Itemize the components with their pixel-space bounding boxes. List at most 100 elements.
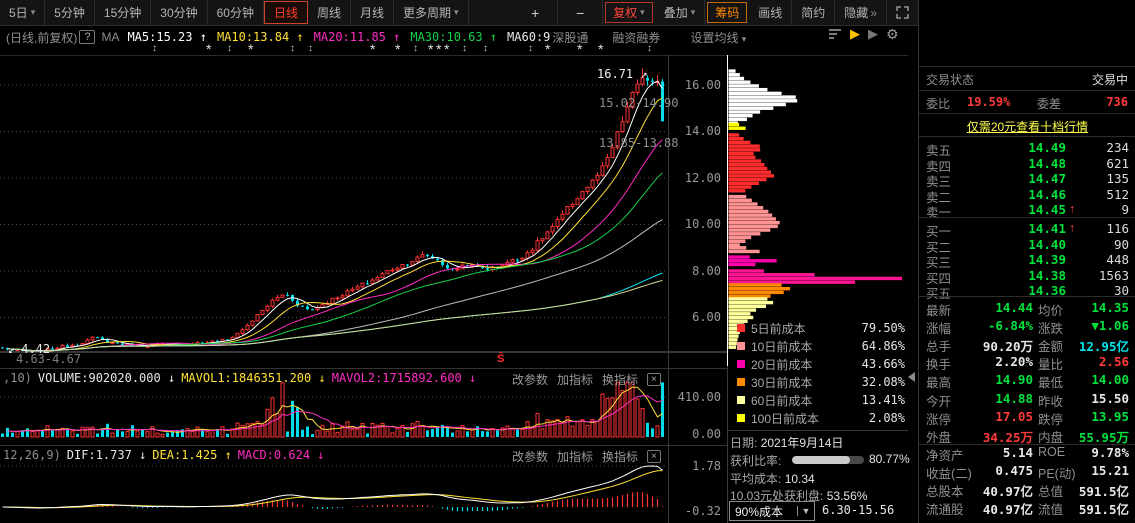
flag-play-icon[interactable]: ▶ [850, 28, 860, 40]
legend-swatch [737, 396, 745, 404]
gap-label-2: 13.85-13.88 [599, 136, 678, 150]
volume-pane-actions: 改参数 加指标 换指标 × [512, 371, 661, 388]
legend-label: 5日前成本 [751, 320, 862, 337]
event-marker-icon[interactable]: ↕ [462, 44, 467, 54]
chart-info-row: (日线,前复权) ? MA MA5:15.23 ↑MA10:13.84 ↑MA2… [0, 28, 910, 46]
chart-mode-label: (日线,前复权) [6, 29, 77, 46]
vol-edit-params[interactable]: 改参数 [512, 371, 548, 388]
ask-row-1[interactable]: 卖五14.49234 [919, 140, 1135, 155]
hk-connect-label: 深股通 [552, 29, 588, 46]
event-marker-icon[interactable]: ↕ [413, 44, 418, 54]
ma-settings-button[interactable]: 设置均线 ▾ [690, 29, 746, 46]
ask-row-2[interactable]: 卖四14.48621 [919, 156, 1135, 171]
zoom-out-button[interactable]: − [558, 0, 603, 25]
legend-swatch [737, 378, 745, 386]
play-icon[interactable]: ▶ [868, 28, 878, 40]
legend-value: 13.41% [862, 393, 905, 407]
stat-row-8: 外盘34.25万内盘55.95万 [919, 427, 1135, 445]
event-marker-icon[interactable]: ↕ [483, 44, 488, 54]
ask-row-3[interactable]: 卖三14.47135 [919, 171, 1135, 186]
event-marker-icon[interactable]: * [598, 44, 603, 54]
event-marker-icon[interactable]: * [428, 44, 433, 54]
macd-switch-indicator[interactable]: 换指标 [602, 448, 638, 465]
bid-row-1[interactable]: 买一14.41↑116 [919, 221, 1135, 236]
tool-button-6[interactable]: 隐藏» [835, 0, 887, 25]
event-marker-icon[interactable]: * [370, 44, 375, 54]
chip-legend-row: 5日前成本79.50% [737, 320, 905, 336]
chip-legend-row: 100日前成本2.08% [737, 410, 905, 426]
macd-params: 12,26,9) [3, 448, 61, 462]
event-marker-icon[interactable]: * [248, 44, 253, 54]
tool-button-2[interactable]: 叠加▾ [655, 0, 706, 25]
zoom-in-button[interactable]: + [513, 0, 558, 25]
chip-legend-row: 20日前成本43.66% [737, 356, 905, 372]
chip-profit-ratio: 80.77% [869, 452, 909, 466]
event-marker-icon[interactable]: * [545, 44, 550, 54]
margin-trading-label[interactable]: 融资融券 [612, 29, 660, 46]
ask-row-4[interactable]: 卖二14.46512 [919, 187, 1135, 202]
volume-value: VOLUME:902020.000 ↓ [38, 371, 175, 385]
stat-row-4: 换手2.20%量比2.56 [919, 354, 1135, 372]
mavol2-value: MAVOL2:1715892.600 ↓ [332, 371, 477, 385]
price-axis-10: 10.00 [668, 217, 721, 231]
event-marker-icon[interactable]: ↕ [308, 44, 313, 54]
quote-panel: 交易状态 交易中 委比 19.59% 委差 736 仅需20元查看十档行情 卖五… [918, 0, 1135, 523]
ask-row-5[interactable]: 卖一14.45↑9 [919, 202, 1135, 217]
help-icon[interactable]: ? [79, 30, 95, 44]
event-marker-icon[interactable]: ↕ [528, 44, 533, 54]
stat-row-2: 涨幅-6.84%涨跌▼1.06 [919, 318, 1135, 336]
event-marker-icon[interactable]: * [444, 44, 449, 54]
macd-edit-params[interactable]: 改参数 [512, 448, 548, 465]
collapse-panel-icon[interactable] [908, 372, 915, 382]
period-tab-6[interactable]: 日线 [264, 1, 308, 24]
macd-add-indicator[interactable]: 加指标 [557, 448, 593, 465]
event-marker-icon[interactable]: ↕ [290, 44, 295, 54]
event-marker-icon[interactable]: ↕ [647, 44, 652, 54]
cost-range-dropdown[interactable]: 90%成本▼ [729, 501, 815, 521]
period-tab-8[interactable]: 月线 [351, 0, 394, 25]
tool-button-4[interactable]: 画线 [749, 0, 792, 25]
ma-item-3: MA20:11.85 ↑ [314, 30, 401, 44]
event-marker-icon[interactable]: * [577, 44, 582, 54]
vol-switch-indicator[interactable]: 换指标 [602, 371, 638, 388]
weibi-value: 19.59% [967, 95, 1010, 109]
period-tab-3[interactable]: 15分钟 [95, 0, 151, 25]
macd-close-icon[interactable]: × [647, 450, 661, 463]
legend-value: 43.66% [862, 357, 905, 371]
chip-avg-cost: 平均成本: 10.34 [730, 470, 906, 487]
tool-button-1[interactable]: 复权▾ [605, 2, 653, 23]
level2-upgrade-link[interactable]: 仅需20元查看十档行情 [967, 120, 1088, 134]
event-marker-icon[interactable]: * [436, 44, 441, 54]
vol-close-icon[interactable]: × [647, 373, 661, 386]
fullscreen-icon[interactable] [887, 0, 918, 25]
tool-button-5[interactable]: 简约 [792, 0, 835, 25]
upgrade-link-row: 仅需20元查看十档行情 [919, 118, 1135, 135]
bid-row-3[interactable]: 买三14.39448 [919, 252, 1135, 267]
period-tab-7[interactable]: 周线 [308, 0, 351, 25]
chip-legend-row: 60日前成本13.41% [737, 392, 905, 408]
bid-row-4[interactable]: 买四14.381563 [919, 268, 1135, 283]
macd-axis-max: 1.78 [668, 459, 721, 473]
event-marker-icon[interactable]: * [395, 44, 400, 54]
period-tab-2[interactable]: 5分钟 [45, 0, 95, 25]
period-tab-1[interactable]: 5日▾ [0, 0, 45, 25]
price-axis-12: 12.00 [668, 171, 721, 185]
event-marker-icon[interactable]: ↕ [152, 44, 157, 54]
ma-item-1: MA5:15.23 ↑ [127, 30, 206, 44]
vol-add-indicator[interactable]: 加指标 [557, 371, 593, 388]
legend-swatch [737, 324, 745, 332]
sell-signal-marker[interactable]: Ŝ [497, 353, 504, 365]
event-marker-icon[interactable]: * [206, 44, 211, 54]
macd-header: 12,26,9) DIF:1.737 ↓ DEA:1.425 ↑ MACD:0.… [3, 448, 325, 462]
trade-status: 交易中 [1092, 71, 1128, 88]
chevron-down-icon: ▼ [797, 506, 814, 516]
period-tab-9[interactable]: 更多周期▾ [394, 0, 469, 25]
list-icon[interactable] [828, 28, 842, 40]
period-tab-4[interactable]: 30分钟 [151, 0, 207, 25]
period-tab-5[interactable]: 60分钟 [208, 0, 264, 25]
gear-icon[interactable]: ⚙ [886, 28, 899, 40]
ma-prefix: MA [101, 30, 119, 44]
tool-button-3[interactable]: 筹码 [707, 2, 747, 23]
bid-row-2[interactable]: 买二14.4090 [919, 237, 1135, 252]
event-marker-icon[interactable]: ↕ [227, 44, 232, 54]
